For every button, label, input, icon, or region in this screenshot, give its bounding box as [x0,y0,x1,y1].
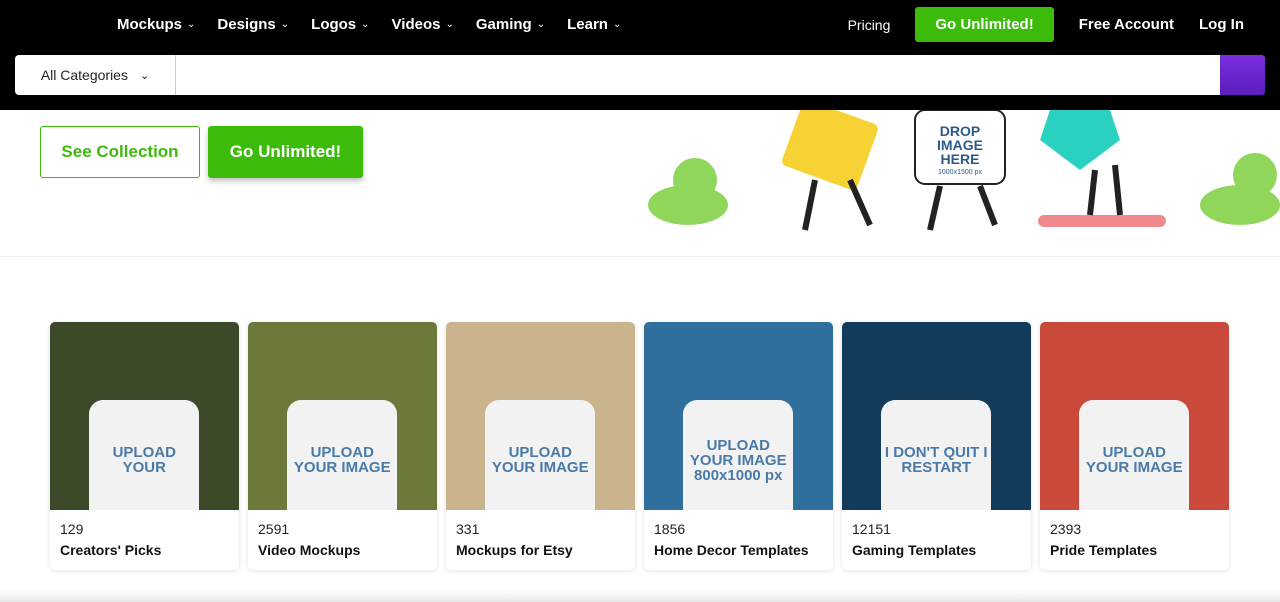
chevron-down-icon: ⌄ [612,19,622,30]
see-collection-button[interactable]: See Collection [40,126,200,178]
card-count: 129 [60,521,84,537]
shirt-mockup-text: UPLOAD YOUR IMAGE [485,400,596,510]
shirt-mockup-text: I DON'T QUIT I RESTART [881,400,992,510]
category-card[interactable]: UPLOAD YOUR IMAGE 800x1000 px 1856 Home … [644,322,833,570]
card-title: Mockups for Etsy [456,542,573,558]
nav-logos[interactable]: Logos ⌄ [311,16,369,33]
svg-text:HERE: HERE [941,151,980,167]
hero-illustration: DROP IMAGE HERE 1000x1500 px [648,110,1280,231]
card-count: 331 [456,521,480,537]
search-button[interactable] [1220,55,1265,95]
nav-label: Gaming [475,16,532,33]
top-navigation-bar: Mockups ⌄ Designs ⌄ Logos ⌄ Videos ⌄ Gaming ⌄… [0,0,1280,110]
nav-label: Mockups [117,16,183,33]
free-account-link[interactable]: Free Account [1079,16,1174,33]
nav-designs[interactable]: Designs ⌄ [217,16,289,33]
card-title: Pride Templates [1050,542,1158,558]
log-in-link[interactable]: Log In [1199,16,1244,33]
card-count: 12151 [852,521,891,537]
chevron-down-icon: ⌄ [139,69,150,82]
card-count: 2393 [1050,521,1082,537]
hero-section: See Collection Go Unlimited! DROP IMAGE … [0,110,1280,257]
illustration-size-caption: 1000x1500 px [938,169,982,176]
card-thumbnail: UPLOAD YOUR IMAGE [248,322,437,510]
card-title: Gaming Templates [852,542,977,558]
nav-label: Logos [311,16,357,33]
chevron-down-icon: ⌄ [445,19,454,30]
search-bar: All Categories ⌄ [15,55,1265,95]
card-thumbnail: UPLOAD YOUR IMAGE [446,322,635,510]
card-title: Video Mockups [258,542,361,558]
shirt-mockup-text: UPLOAD YOUR [89,400,200,510]
nav-label: Learn [567,16,608,33]
main-nav: Mockups ⌄ Designs ⌄ Logos ⌄ Videos ⌄ Gaming ⌄… [117,16,621,33]
category-card[interactable]: I DON'T QUIT I RESTART 12151 Gaming Temp… [842,322,1031,570]
category-dropdown[interactable]: All Categories ⌄ [15,55,176,95]
search-input[interactable] [176,55,1220,95]
category-cards: UPLOAD YOUR 129 Creators' Picks UPLOAD YO… [50,322,1229,570]
shirt-mockup-text: UPLOAD YOUR IMAGE [1079,400,1190,510]
pricing-link[interactable]: Pricing [848,17,891,33]
card-thumbnail: UPLOAD YOUR IMAGE [1040,322,1229,510]
chevron-down-icon: ⌄ [280,19,290,30]
category-label: All Categories [40,67,128,83]
chevron-down-icon: ⌄ [536,19,546,30]
category-card[interactable]: UPLOAD YOUR IMAGE 2591 Video Mockups [248,322,437,570]
card-count: 2591 [258,521,290,537]
nav-learn[interactable]: Learn ⌄ [567,16,621,33]
card-thumbnail: UPLOAD YOUR IMAGE 800x1000 px [644,322,833,510]
category-card[interactable]: UPLOAD YOUR 129 Creators' Picks [50,322,239,570]
nav-videos[interactable]: Videos ⌄ [392,16,454,33]
shirt-mockup-text: UPLOAD YOUR IMAGE 800x1000 px [683,400,794,510]
section-divider [0,590,1280,602]
category-card[interactable]: UPLOAD YOUR IMAGE 331 Mockups for Etsy [446,322,635,570]
nav-mockups[interactable]: Mockups ⌄ [117,16,195,33]
nav-label: Designs [217,16,276,33]
card-count: 1856 [654,521,686,537]
go-unlimited-nav-button[interactable]: Go Unlimited! [915,7,1054,42]
category-card[interactable]: UPLOAD YOUR IMAGE 2393 Pride Templates [1040,322,1229,570]
chevron-down-icon: ⌄ [187,19,196,30]
card-title: Creators' Picks [60,542,162,558]
chevron-down-icon: ⌄ [361,19,370,30]
card-title: Home Decor Templates [654,542,809,558]
card-thumbnail: I DON'T QUIT I RESTART [842,322,1031,510]
go-unlimited-button[interactable]: Go Unlimited! [208,126,363,178]
nav-gaming[interactable]: Gaming ⌄ [476,16,545,33]
shirt-mockup-text: UPLOAD YOUR IMAGE [287,400,398,510]
nav-label: Videos [391,16,441,33]
card-thumbnail: UPLOAD YOUR [50,322,239,510]
